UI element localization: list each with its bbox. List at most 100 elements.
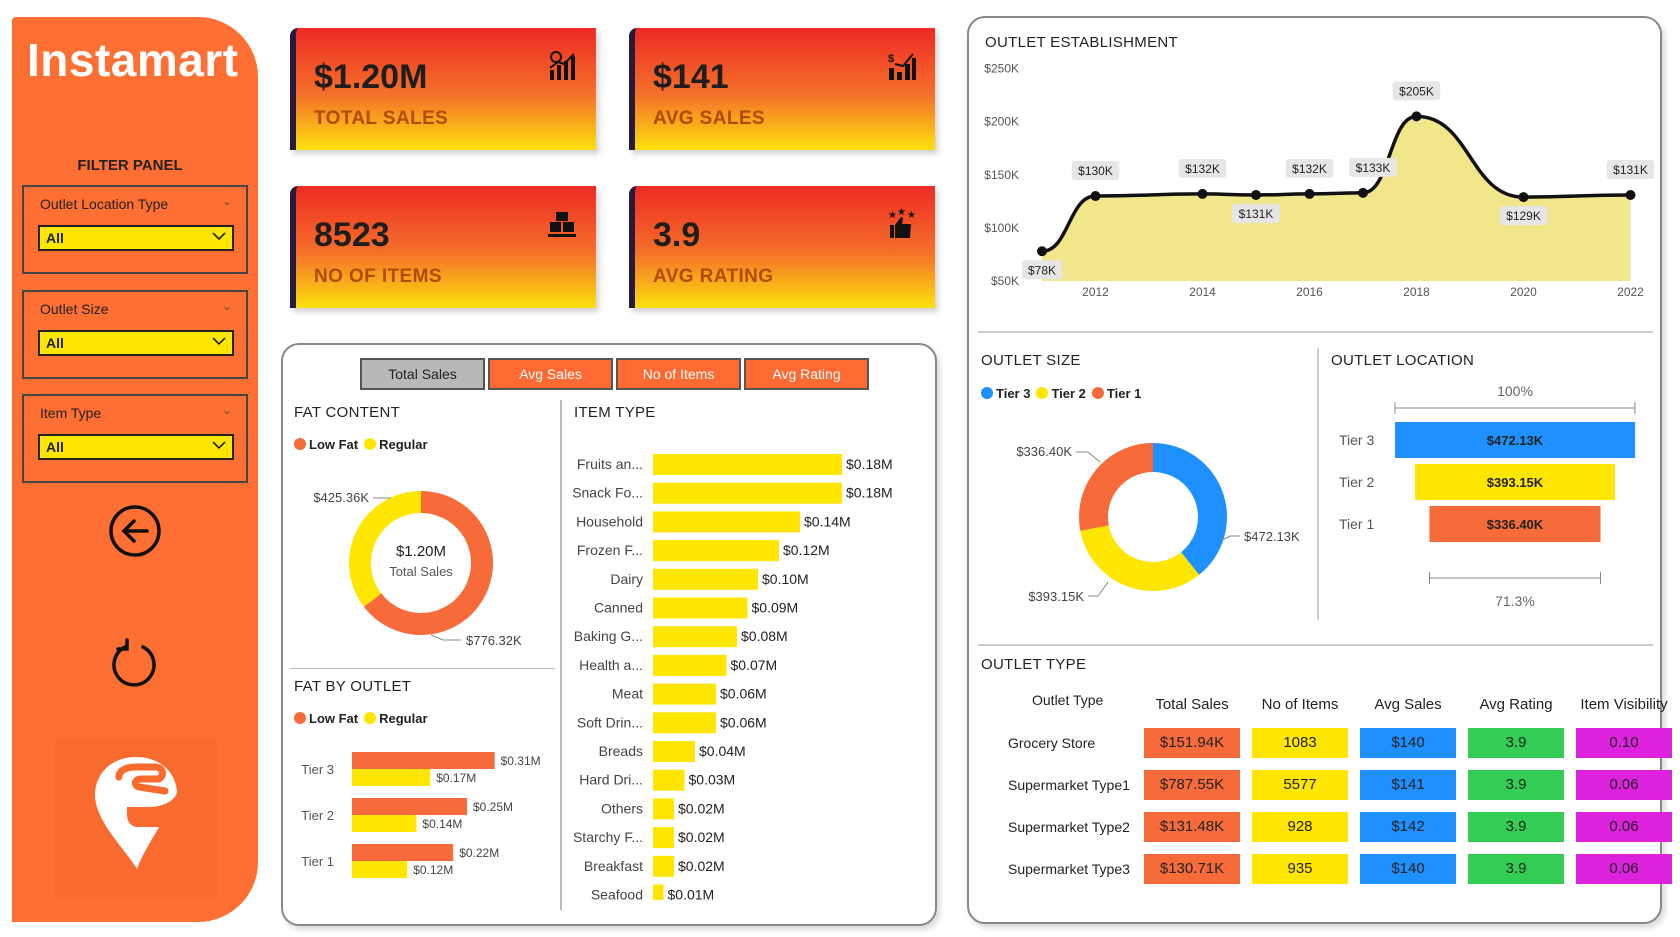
table-cell: 3.9 <box>1468 770 1564 800</box>
bar <box>653 482 842 504</box>
data-label: $131K <box>1239 207 1274 221</box>
outlet-location-title: OUTLET LOCATION <box>1331 352 1475 369</box>
axis-label: Baking G... <box>574 628 643 644</box>
donut-center-value: $1.20M <box>396 543 446 560</box>
data-label: $0.09M <box>752 600 799 616</box>
data-label: $0.02M <box>678 858 725 874</box>
bar <box>653 626 737 648</box>
table-cell: 935 <box>1252 854 1348 884</box>
data-point <box>1197 188 1208 199</box>
funnel-range-top <box>1394 402 1636 414</box>
bar <box>653 741 695 762</box>
bar <box>653 540 779 562</box>
bar-low-fat <box>352 752 495 769</box>
bar <box>653 568 758 590</box>
bar <box>653 769 685 791</box>
table-header: Outlet Type Total Sales No of Items Avg … <box>1002 692 1680 722</box>
table-cell: Grocery Store <box>1008 735 1096 751</box>
collapse-icon[interactable]: ⌄ <box>222 403 232 417</box>
column-header: Avg Rating <box>1479 696 1553 713</box>
fat-by-outlet-legend: Low Fat Regular <box>294 711 428 726</box>
outlet-size-donut-chart: $472.13K $393.15K $336.40K <box>1016 443 1300 604</box>
select-value: All <box>46 230 64 246</box>
tab-avg-sales[interactable]: Avg Sales <box>488 358 613 390</box>
bar <box>653 712 716 734</box>
data-label: $0.18M <box>846 456 893 472</box>
tab-no-of-items[interactable]: No of Items <box>616 358 741 390</box>
donut-slice <box>1080 525 1200 591</box>
data-point <box>1304 188 1315 199</box>
data-label: $0.03M <box>689 772 736 788</box>
outlet-type-table: Outlet Type Total Sales No of Items Avg … <box>1002 692 1680 890</box>
table-row: Grocery Store $151.94K 1083 $140 3.9 0.1… <box>1002 722 1680 764</box>
divider <box>290 668 555 669</box>
bar <box>653 683 716 705</box>
data-label: $336.40K <box>1016 444 1072 459</box>
svg-text:$: $ <box>888 53 894 65</box>
data-label: $0.07M <box>731 657 778 673</box>
leader-line <box>1076 451 1101 463</box>
tab-avg-rating[interactable]: Avg Rating <box>744 358 869 390</box>
legend-item: Regular <box>364 711 428 726</box>
kpi-value: $141 <box>653 58 729 96</box>
divider <box>978 331 1653 333</box>
data-label: $131K <box>1613 163 1648 177</box>
tab-total-sales[interactable]: Total Sales <box>360 358 485 390</box>
outlet-size-title: OUTLET SIZE <box>981 352 1081 369</box>
y-tick-label: $50K <box>991 274 1019 288</box>
back-arrow-icon[interactable] <box>107 503 163 559</box>
chevron-down-icon <box>212 232 226 241</box>
data-label: $132K <box>1185 162 1220 176</box>
data-label: $0.14M <box>804 513 851 529</box>
data-point <box>1037 246 1047 257</box>
x-tick-label: 2012 <box>1082 285 1109 299</box>
collapse-icon[interactable]: ⌄ <box>222 194 232 208</box>
kpi-label: AVG SALES <box>653 108 765 129</box>
kpi-card-no-of-items: 8523 NO OF ITEMS <box>290 186 596 308</box>
axis-label: Others <box>601 800 643 816</box>
legend-item: Low Fat <box>294 711 358 726</box>
data-label: $393.15K <box>1487 475 1544 490</box>
table-row: Supermarket Type1 $787.55K 5577 $141 3.9… <box>1002 764 1680 806</box>
data-label: $0.04M <box>699 743 746 759</box>
bar-regular <box>352 769 431 786</box>
data-label: $776.32K <box>466 633 522 648</box>
fat-content-title: FAT CONTENT <box>294 404 401 421</box>
data-label: $393.15K <box>1028 589 1084 604</box>
table-row: Supermarket Type3 $130.71K 935 $140 3.9 … <box>1002 848 1680 890</box>
kpi-value: 3.9 <box>653 216 701 254</box>
outlet-size-select[interactable]: All <box>38 330 234 356</box>
data-label: $130K <box>1078 164 1113 178</box>
legend-item: Tier 1 <box>1091 386 1141 401</box>
data-label: $0.18M <box>846 485 893 501</box>
swiggy-logo-icon <box>95 757 177 869</box>
filter-label: Outlet Location Type <box>40 196 169 212</box>
outlet-establishment-area-chart: $50K $100K $150K $200K $250K 2012 2014 2016 2018… <box>984 62 1655 299</box>
axis-label: Tier 3 <box>301 762 334 777</box>
table-cell: 0.06 <box>1576 854 1672 884</box>
outlet-location-type-select[interactable]: All <box>38 225 234 251</box>
axis-label: Frozen F... <box>577 542 643 558</box>
axis-label: Health a... <box>579 657 643 673</box>
bar <box>653 454 842 475</box>
legend-item: Tier 2 <box>1036 386 1086 401</box>
refresh-icon[interactable] <box>107 637 163 693</box>
column-header: Item Visibility <box>1580 696 1668 713</box>
axis-label: Tier 3 <box>1339 432 1374 448</box>
donut-slice <box>1153 443 1227 575</box>
item-type-filter: Item Type ⌄ All <box>22 394 248 483</box>
leader-line <box>430 634 461 641</box>
collapse-icon[interactable]: ⌄ <box>222 299 232 313</box>
fat-by-outlet-title: FAT BY OUTLET <box>294 678 412 695</box>
outlet-type-title: OUTLET TYPE <box>981 656 1087 673</box>
funnel-top-percent: 100% <box>1497 383 1533 399</box>
svg-text:★: ★ <box>907 210 916 221</box>
bar <box>653 884 664 900</box>
column-header: No of Items <box>1261 696 1339 713</box>
item-type-select[interactable]: All <box>38 434 234 460</box>
axis-label: Starchy F... <box>573 829 643 845</box>
outlet-size-filter: Outlet Size ⌄ All <box>22 290 248 379</box>
table-cell: 3.9 <box>1468 854 1564 884</box>
table-cell: $131.48K <box>1144 812 1240 842</box>
axis-label: Snack Fo... <box>572 485 643 501</box>
